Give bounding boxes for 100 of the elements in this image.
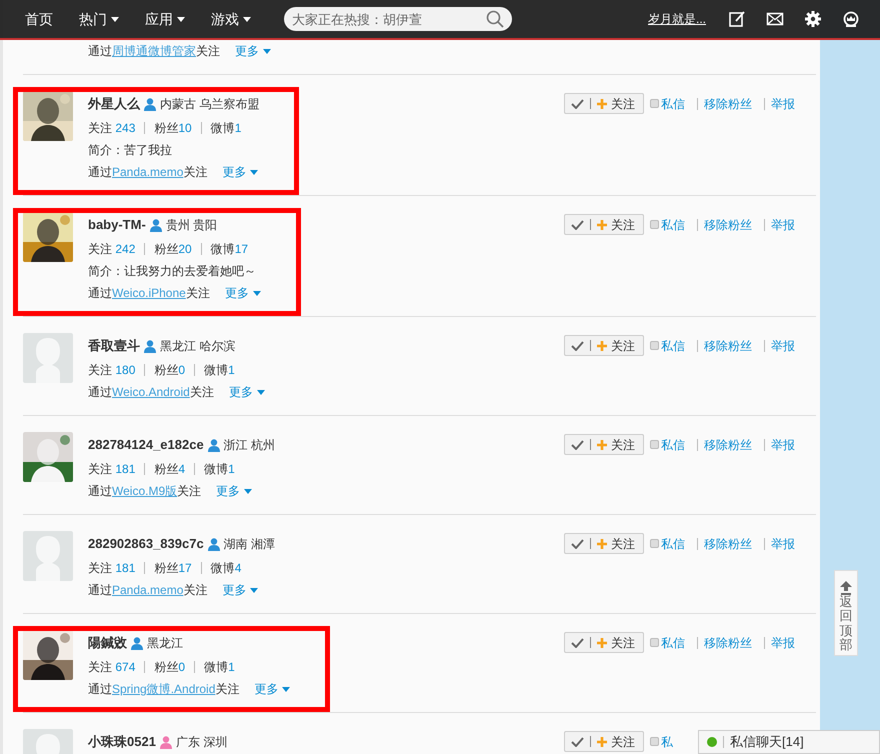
message-label[interactable]: 私信: [661, 336, 685, 354]
location-text: 贵州 贵阳: [166, 217, 218, 234]
stat-link[interactable]: 粉丝0: [154, 658, 186, 676]
stat-link[interactable]: 微博4: [210, 559, 242, 577]
remove-fan-link[interactable]: 移除粉丝: [704, 434, 752, 455]
back-to-top-button[interactable]: 返回顶部: [834, 570, 858, 656]
user-name-link[interactable]: 282902863_839c7c: [88, 534, 204, 554]
stat-link[interactable]: 微博1: [204, 460, 235, 478]
report-link[interactable]: 举报: [771, 93, 795, 114]
stat-link[interactable]: 微博1: [210, 119, 242, 137]
user-name-link[interactable]: 外星人么: [88, 94, 140, 114]
user-name-link[interactable]: 小珠珠0521: [88, 732, 156, 752]
follow-button[interactable]: 关注: [564, 731, 644, 752]
settings-icon[interactable]: [804, 10, 822, 28]
follow-button[interactable]: 关注: [564, 533, 644, 554]
user-name-link[interactable]: 陽鍼敓: [88, 633, 127, 653]
message-checkbox[interactable]: [650, 737, 659, 746]
follow-button[interactable]: 关注: [564, 93, 644, 114]
check-icon: [571, 440, 584, 450]
check-icon: [571, 340, 584, 350]
remove-fan-link[interactable]: 移除粉丝: [704, 335, 752, 356]
check-icon: [571, 736, 584, 746]
follow-button[interactable]: 关注: [564, 214, 644, 235]
via-text: 通过Weico.Android关注: [88, 384, 214, 401]
via-text: 通过Panda.memo关注: [88, 582, 208, 599]
caret-icon: [244, 488, 252, 494]
search-icon[interactable]: [486, 10, 504, 28]
nav-link[interactable]: 热门: [66, 8, 132, 30]
via-text: 通过Spring微博.Android关注: [88, 681, 240, 698]
follow-button[interactable]: 关注: [564, 434, 644, 455]
more-link[interactable]: 更多: [224, 284, 261, 302]
message-checkbox[interactable]: [650, 638, 659, 647]
message-label[interactable]: 私信: [661, 216, 685, 234]
stat-link[interactable]: 粉丝4: [154, 460, 186, 478]
report-link[interactable]: 举报: [771, 434, 795, 455]
stat-link[interactable]: 微博17: [210, 240, 248, 258]
report-link[interactable]: 举报: [771, 632, 795, 653]
message-label[interactable]: 私信: [661, 94, 685, 112]
caret-icon: [252, 290, 261, 296]
search-field[interactable]: 大家正在热搜：胡伊萱: [284, 7, 512, 31]
nav-link[interactable]: 游戏: [198, 8, 264, 30]
message-checkbox[interactable]: [650, 99, 659, 108]
check-icon: [571, 220, 584, 230]
more-link[interactable]: 更多: [216, 482, 252, 500]
report-link[interactable]: 举报: [771, 214, 795, 235]
plus-icon: [597, 98, 607, 108]
user-name-link[interactable]: 香取壹斗: [88, 336, 140, 356]
more-link[interactable]: 更多: [222, 581, 258, 599]
follow-button[interactable]: 关注: [564, 632, 644, 653]
stat-link[interactable]: 粉丝10: [154, 119, 192, 137]
location-text: 内蒙古 乌兰察布盟: [160, 96, 260, 113]
more-link[interactable]: 更多: [254, 680, 290, 698]
more-link[interactable]: 更多: [228, 383, 265, 401]
stat-link[interactable]: 关注 674: [88, 658, 136, 676]
remove-fan-link[interactable]: 移除粉丝: [704, 93, 752, 114]
remove-fan-link[interactable]: 移除粉丝: [704, 533, 752, 554]
via-text: 通过Weico.iPhone关注: [88, 285, 210, 302]
location-text: 浙江 杭州: [224, 437, 276, 454]
stat-link[interactable]: 关注 180: [88, 361, 136, 379]
message-label[interactable]: 私: [661, 732, 673, 750]
intro-text: 简介：让我努力的去爱着她吧～: [88, 263, 256, 280]
stat-link[interactable]: 粉丝0: [154, 361, 186, 379]
remove-fan-link[interactable]: 移除粉丝: [704, 632, 752, 653]
nav-link[interactable]: 首页: [12, 8, 66, 30]
message-checkbox[interactable]: [650, 220, 659, 229]
stat-link[interactable]: 关注 242: [88, 240, 136, 258]
stat-link[interactable]: 关注 243: [88, 119, 136, 137]
more-link[interactable]: 更多: [222, 163, 258, 181]
message-label[interactable]: 私信: [661, 534, 685, 552]
check-icon: [571, 638, 584, 648]
stat-link[interactable]: 微博1: [204, 361, 235, 379]
plus-icon: [597, 638, 607, 648]
message-label[interactable]: 私信: [661, 436, 685, 454]
more-link[interactable]: 更多: [235, 42, 271, 60]
default-avatar[interactable]: [23, 333, 73, 383]
message-checkbox[interactable]: [650, 440, 659, 449]
crown-icon[interactable]: [842, 10, 860, 28]
stat-link[interactable]: 关注 181: [88, 460, 136, 478]
stat-link[interactable]: 粉丝17: [154, 559, 192, 577]
nav-link[interactable]: 应用: [132, 8, 198, 30]
stat-link[interactable]: 关注 181: [88, 559, 136, 577]
remove-fan-link[interactable]: 移除粉丝: [704, 214, 752, 235]
stat-link[interactable]: 粉丝20: [154, 240, 192, 258]
edit-icon[interactable]: [728, 10, 746, 28]
message-label[interactable]: 私信: [661, 634, 685, 652]
mail-icon[interactable]: [766, 10, 784, 28]
user-name-link[interactable]: 282784124_e182ce: [88, 435, 204, 455]
follow-button[interactable]: 关注: [564, 335, 644, 356]
user-name-link[interactable]: 岁月就是...: [648, 10, 706, 28]
chat-bar[interactable]: 私信聊天[14]: [698, 730, 880, 754]
user-name-link[interactable]: baby-TM-: [88, 215, 146, 235]
location-text: 湖南 湘潭: [224, 536, 276, 553]
default-avatar[interactable]: [23, 531, 73, 581]
stat-link[interactable]: 微博1: [204, 658, 235, 676]
report-link[interactable]: 举报: [771, 335, 795, 356]
up-arrow-icon: [840, 581, 852, 595]
location-text: 黑龙江 哈尔滨: [160, 338, 236, 355]
report-link[interactable]: 举报: [771, 533, 795, 554]
message-checkbox[interactable]: [650, 539, 659, 548]
message-checkbox[interactable]: [650, 341, 659, 350]
